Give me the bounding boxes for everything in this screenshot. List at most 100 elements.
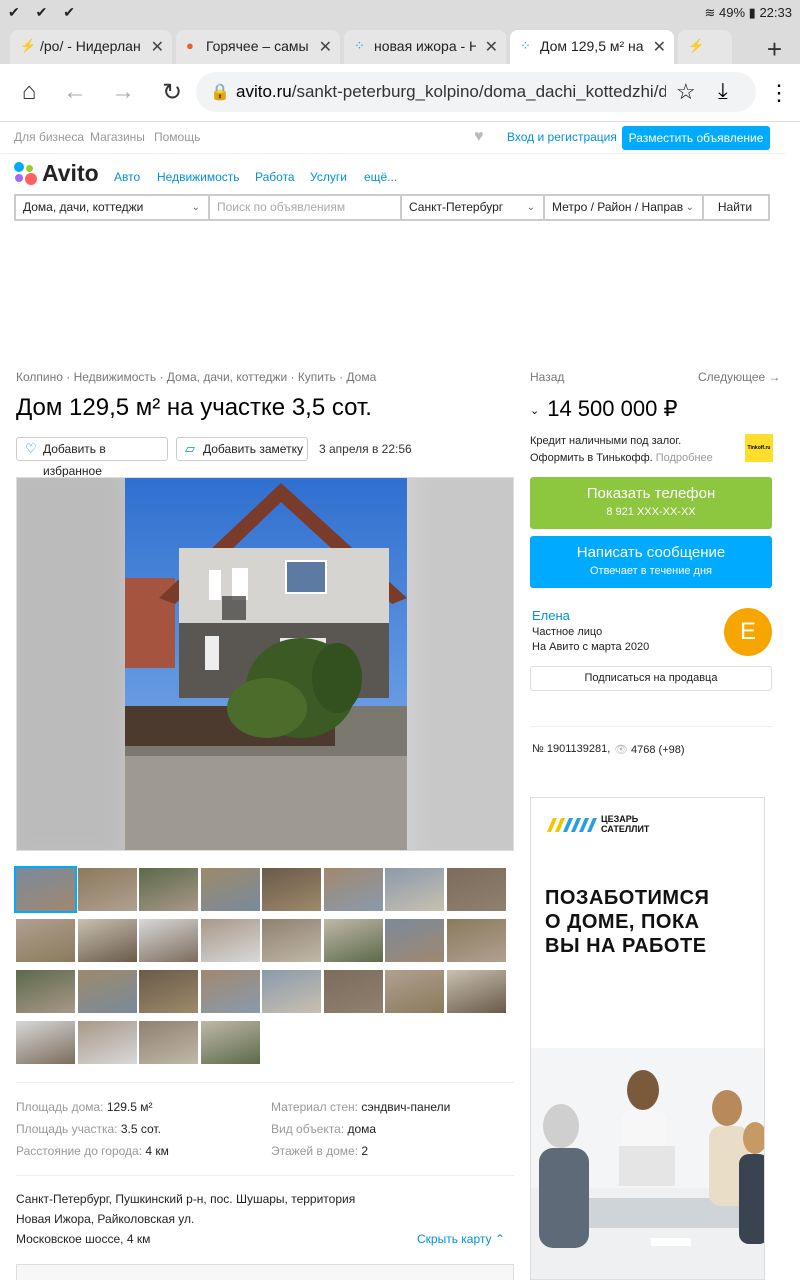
address-bar: ⌂ ← → ↻ 🔒 avito.ru/sankt-peterburg_kolpi… <box>0 64 800 122</box>
favorites-heart-icon[interactable]: ♥ <box>474 128 484 146</box>
photo-thumbnail[interactable] <box>77 970 137 1013</box>
post-ad-button[interactable]: Разместить объявление <box>622 126 770 150</box>
add-favorite-button[interactable]: ♡ Добавить в избранное <box>16 437 168 478</box>
breadcrumb[interactable]: Колпино · Недвижимость · Дома, дачи, кот… <box>16 370 376 384</box>
help-link[interactable]: Помощь <box>154 130 200 144</box>
chevron-down-icon[interactable]: ⌄ <box>530 405 539 417</box>
nav-more[interactable]: ещё... <box>364 170 397 184</box>
photo-thumbnail[interactable] <box>16 970 75 1013</box>
shops-link[interactable]: Магазины <box>90 130 145 144</box>
photo-thumbnail[interactable] <box>200 970 260 1013</box>
photo-thumbnail[interactable] <box>323 970 383 1013</box>
show-phone-button[interactable]: Показать телефон 8 921 XXX-XX-XX <box>530 477 772 529</box>
clock: 22:33 <box>759 5 792 20</box>
tab-strip: ⚡ /ро/ - Нидерлан ✕ ● Горячее – самы ✕ ⁘… <box>0 26 800 64</box>
business-link[interactable]: Для бизнеса <box>14 130 84 144</box>
nav-auto[interactable]: Авто <box>114 170 140 184</box>
close-icon[interactable]: ✕ <box>653 37 666 57</box>
browser-tab[interactable]: ⚡ /ро/ - Нидерлан ✕ <box>10 30 172 64</box>
reload-button[interactable]: ↻ <box>157 78 187 107</box>
browser-tab[interactable]: ⁘ новая ижора - H ✕ <box>344 30 506 64</box>
param-label: Этажей в доме: <box>271 1144 359 1158</box>
seller-type: Частное лицо <box>532 626 603 638</box>
find-button[interactable]: Найти <box>702 196 768 219</box>
login-link[interactable]: Вход и регистрация <box>507 130 617 144</box>
param-wall-material: Материал стен: сэндвич-панели <box>271 1100 450 1114</box>
url-field[interactable]: 🔒 avito.ru/sankt-peterburg_kolpino/doma_… <box>196 72 756 112</box>
credit-line1: Кредит наличными под залог. <box>530 435 682 447</box>
photo-thumbnail[interactable] <box>16 1021 75 1064</box>
nav-jobs[interactable]: Работа <box>255 170 295 184</box>
next-link[interactable]: Следующее → <box>698 370 781 384</box>
tinkoff-logo[interactable]: Tinkoff.ru <box>745 434 773 462</box>
photo-thumbnail[interactable] <box>262 970 321 1013</box>
photo-thumbnail[interactable] <box>77 919 137 962</box>
browser-tab[interactable]: ⚡ <box>678 30 732 64</box>
photo-thumbnail[interactable] <box>16 919 75 962</box>
tab-title: Горячее – самы <box>206 38 309 54</box>
home-button[interactable]: ⌂ <box>14 78 44 106</box>
add-note-label: Добавить заметку <box>203 442 303 456</box>
photo-thumbnail[interactable] <box>139 1021 198 1064</box>
nav-services[interactable]: Услуги <box>310 170 347 184</box>
menu-icon[interactable]: ⋮ <box>768 80 790 106</box>
metro-select[interactable]: Метро / Район / Направ ⌄ <box>545 196 704 219</box>
photo-thumbnail[interactable] <box>262 919 321 962</box>
photo-thumbnail[interactable] <box>200 868 260 911</box>
photo-thumbnail[interactable] <box>14 866 77 913</box>
back-button[interactable]: ← <box>60 78 90 106</box>
photo-thumbnail[interactable] <box>446 970 506 1013</box>
photo-thumbnail[interactable] <box>446 868 506 911</box>
photo-thumbnail[interactable] <box>385 919 444 962</box>
close-icon[interactable]: ✕ <box>485 37 498 57</box>
nav-realty[interactable]: Недвижимость <box>157 170 240 184</box>
write-message-label: Написать сообщение <box>576 544 726 561</box>
city-select[interactable]: Санкт-Петербург ⌄ <box>402 196 545 219</box>
tab-title: Дом 129,5 м² на <box>540 38 644 54</box>
back-link[interactable]: Назад <box>530 370 564 384</box>
main-photo[interactable] <box>16 477 514 851</box>
photo-thumbnail[interactable] <box>139 970 198 1013</box>
photo-thumbnail[interactable] <box>323 868 383 911</box>
seller-since: На Авито с марта 2020 <box>532 641 650 653</box>
photo-thumbnail[interactable] <box>200 919 260 962</box>
photo-thumbnail[interactable] <box>385 970 444 1013</box>
photo-thumbnail[interactable] <box>385 868 444 911</box>
lightning-icon: ⚡ <box>688 38 705 53</box>
param-plot-area: Площадь участка: 3.5 сот. <box>16 1122 161 1136</box>
avatar[interactable]: Е <box>724 608 772 656</box>
photo-thumbnail[interactable] <box>139 868 198 911</box>
close-icon[interactable]: ✕ <box>151 37 164 57</box>
add-note-button[interactable]: ▱ Добавить заметку <box>176 437 308 461</box>
top-links: Для бизнеса Магазины Помощь ♥ Вход и рег… <box>0 122 785 154</box>
browser-tab[interactable]: ● Горячее – самы ✕ <box>176 30 340 64</box>
tab-title: новая ижора - H <box>374 38 476 54</box>
photo-thumbnail[interactable] <box>200 1021 260 1064</box>
photo-thumbnail[interactable] <box>77 868 137 911</box>
forward-button[interactable]: → <box>108 78 138 106</box>
hide-map-link[interactable]: Скрыть карту ⌃ <box>417 1232 505 1246</box>
bookmark-star-icon[interactable]: ☆ <box>676 79 696 105</box>
param-floors: Этажей в доме: 2 <box>271 1144 368 1158</box>
ad-banner[interactable]: ЦЕЗАРЬ САТЕЛЛИТ ПОЗАБОТИМСЯ О ДОМЕ, ПОКА… <box>530 797 765 1280</box>
close-icon[interactable]: ✕ <box>319 37 332 57</box>
photo-thumbnail[interactable] <box>77 1021 137 1064</box>
browser-tab-active[interactable]: ⁘ Дом 129,5 м² на ✕ <box>510 30 674 64</box>
avito-wordmark: Avito <box>42 160 99 186</box>
battery-level: 49% <box>719 5 746 20</box>
photo-thumbnail[interactable] <box>323 919 383 962</box>
write-message-button[interactable]: Написать сообщение Отвечает в течение дн… <box>530 536 772 588</box>
heart-icon: ♡ <box>25 441 37 456</box>
map[interactable] <box>16 1264 514 1280</box>
chevron-down-icon: ⌄ <box>685 202 694 213</box>
credit-more-link[interactable]: Подробнее <box>656 452 713 464</box>
photo-thumbnail[interactable] <box>446 919 506 962</box>
new-tab-button[interactable]: + <box>767 34 782 65</box>
category-select[interactable]: Дома, дачи, коттеджи ⌄ <box>16 196 210 219</box>
photo-thumbnail[interactable] <box>139 919 198 962</box>
search-input[interactable]: Поиск по объявлениям <box>210 196 402 219</box>
subscribe-button[interactable]: Подписаться на продавца <box>530 666 772 691</box>
download-icon[interactable]: ⤓ <box>718 78 728 104</box>
photo-thumbnail[interactable] <box>262 868 321 911</box>
seller-name[interactable]: Елена <box>532 608 570 623</box>
